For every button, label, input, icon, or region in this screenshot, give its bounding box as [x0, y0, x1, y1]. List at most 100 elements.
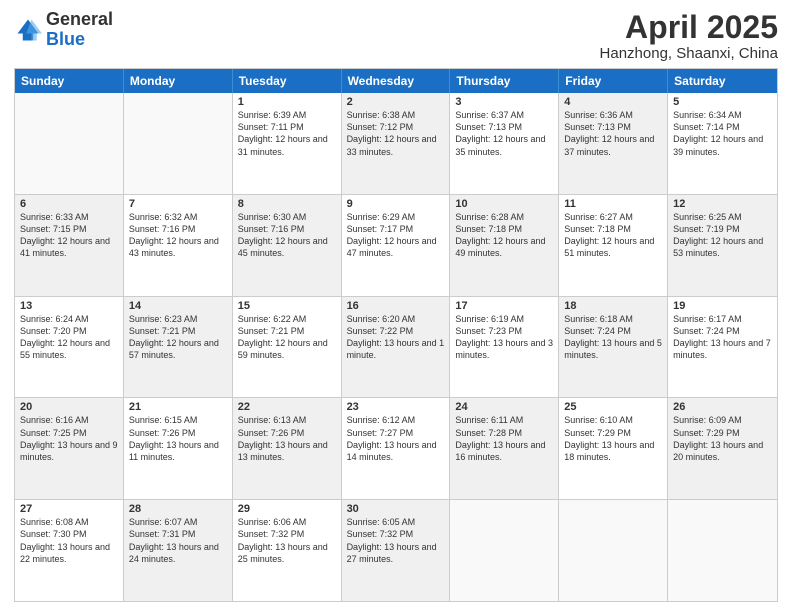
day-number: 16: [347, 300, 445, 312]
day-info: Sunrise: 6:23 AM Sunset: 7:21 PM Dayligh…: [129, 313, 227, 362]
logo-blue-text: Blue: [46, 29, 85, 49]
cal-cell-1-4: 10Sunrise: 6:28 AM Sunset: 7:18 PM Dayli…: [450, 195, 559, 296]
cal-cell-3-4: 24Sunrise: 6:11 AM Sunset: 7:28 PM Dayli…: [450, 398, 559, 499]
cal-cell-3-2: 22Sunrise: 6:13 AM Sunset: 7:26 PM Dayli…: [233, 398, 342, 499]
cal-cell-4-3: 30Sunrise: 6:05 AM Sunset: 7:32 PM Dayli…: [342, 500, 451, 601]
day-number: 23: [347, 401, 445, 413]
title-location: Hanzhong, Shaanxi, China: [600, 45, 778, 62]
day-info: Sunrise: 6:29 AM Sunset: 7:17 PM Dayligh…: [347, 211, 445, 260]
day-info: Sunrise: 6:32 AM Sunset: 7:16 PM Dayligh…: [129, 211, 227, 260]
calendar: SundayMondayTuesdayWednesdayThursdayFrid…: [14, 68, 778, 602]
day-info: Sunrise: 6:18 AM Sunset: 7:24 PM Dayligh…: [564, 313, 662, 362]
day-number: 12: [673, 198, 772, 210]
title-month: April 2025: [600, 10, 778, 45]
cal-cell-1-0: 6Sunrise: 6:33 AM Sunset: 7:15 PM Daylig…: [15, 195, 124, 296]
cal-cell-0-2: 1Sunrise: 6:39 AM Sunset: 7:11 PM Daylig…: [233, 93, 342, 194]
cal-cell-0-6: 5Sunrise: 6:34 AM Sunset: 7:14 PM Daylig…: [668, 93, 777, 194]
day-number: 2: [347, 96, 445, 108]
day-number: 11: [564, 198, 662, 210]
day-info: Sunrise: 6:34 AM Sunset: 7:14 PM Dayligh…: [673, 109, 772, 158]
day-info: Sunrise: 6:24 AM Sunset: 7:20 PM Dayligh…: [20, 313, 118, 362]
day-number: 6: [20, 198, 118, 210]
cal-cell-0-0: [15, 93, 124, 194]
calendar-header: SundayMondayTuesdayWednesdayThursdayFrid…: [15, 69, 777, 93]
day-number: 18: [564, 300, 662, 312]
cal-cell-2-0: 13Sunrise: 6:24 AM Sunset: 7:20 PM Dayli…: [15, 297, 124, 398]
week-row-4: 27Sunrise: 6:08 AM Sunset: 7:30 PM Dayli…: [15, 500, 777, 601]
week-row-1: 6Sunrise: 6:33 AM Sunset: 7:15 PM Daylig…: [15, 195, 777, 297]
calendar-body: 1Sunrise: 6:39 AM Sunset: 7:11 PM Daylig…: [15, 93, 777, 601]
logo-text: General Blue: [46, 10, 113, 50]
day-number: 1: [238, 96, 336, 108]
header-day-monday: Monday: [124, 69, 233, 93]
cal-cell-1-2: 8Sunrise: 6:30 AM Sunset: 7:16 PM Daylig…: [233, 195, 342, 296]
day-info: Sunrise: 6:15 AM Sunset: 7:26 PM Dayligh…: [129, 414, 227, 463]
day-number: 19: [673, 300, 772, 312]
week-row-2: 13Sunrise: 6:24 AM Sunset: 7:20 PM Dayli…: [15, 297, 777, 399]
day-info: Sunrise: 6:39 AM Sunset: 7:11 PM Dayligh…: [238, 109, 336, 158]
cal-cell-4-1: 28Sunrise: 6:07 AM Sunset: 7:31 PM Dayli…: [124, 500, 233, 601]
day-number: 28: [129, 503, 227, 515]
day-info: Sunrise: 6:13 AM Sunset: 7:26 PM Dayligh…: [238, 414, 336, 463]
header: General Blue April 2025 Hanzhong, Shaanx…: [14, 10, 778, 62]
day-info: Sunrise: 6:36 AM Sunset: 7:13 PM Dayligh…: [564, 109, 662, 158]
day-number: 3: [455, 96, 553, 108]
week-row-3: 20Sunrise: 6:16 AM Sunset: 7:25 PM Dayli…: [15, 398, 777, 500]
day-number: 24: [455, 401, 553, 413]
day-number: 13: [20, 300, 118, 312]
day-number: 9: [347, 198, 445, 210]
day-info: Sunrise: 6:08 AM Sunset: 7:30 PM Dayligh…: [20, 516, 118, 565]
header-day-wednesday: Wednesday: [342, 69, 451, 93]
cal-cell-2-4: 17Sunrise: 6:19 AM Sunset: 7:23 PM Dayli…: [450, 297, 559, 398]
header-day-friday: Friday: [559, 69, 668, 93]
day-info: Sunrise: 6:11 AM Sunset: 7:28 PM Dayligh…: [455, 414, 553, 463]
day-info: Sunrise: 6:22 AM Sunset: 7:21 PM Dayligh…: [238, 313, 336, 362]
cal-cell-4-5: [559, 500, 668, 601]
cal-cell-3-1: 21Sunrise: 6:15 AM Sunset: 7:26 PM Dayli…: [124, 398, 233, 499]
day-info: Sunrise: 6:16 AM Sunset: 7:25 PM Dayligh…: [20, 414, 118, 463]
logo-icon: [14, 16, 42, 44]
day-info: Sunrise: 6:17 AM Sunset: 7:24 PM Dayligh…: [673, 313, 772, 362]
cal-cell-4-4: [450, 500, 559, 601]
day-number: 7: [129, 198, 227, 210]
cal-cell-1-3: 9Sunrise: 6:29 AM Sunset: 7:17 PM Daylig…: [342, 195, 451, 296]
day-info: Sunrise: 6:19 AM Sunset: 7:23 PM Dayligh…: [455, 313, 553, 362]
day-info: Sunrise: 6:37 AM Sunset: 7:13 PM Dayligh…: [455, 109, 553, 158]
day-info: Sunrise: 6:10 AM Sunset: 7:29 PM Dayligh…: [564, 414, 662, 463]
day-number: 25: [564, 401, 662, 413]
day-info: Sunrise: 6:25 AM Sunset: 7:19 PM Dayligh…: [673, 211, 772, 260]
day-number: 17: [455, 300, 553, 312]
cal-cell-2-6: 19Sunrise: 6:17 AM Sunset: 7:24 PM Dayli…: [668, 297, 777, 398]
cal-cell-3-6: 26Sunrise: 6:09 AM Sunset: 7:29 PM Dayli…: [668, 398, 777, 499]
header-day-tuesday: Tuesday: [233, 69, 342, 93]
cal-cell-4-6: [668, 500, 777, 601]
day-number: 21: [129, 401, 227, 413]
cal-cell-3-0: 20Sunrise: 6:16 AM Sunset: 7:25 PM Dayli…: [15, 398, 124, 499]
day-number: 14: [129, 300, 227, 312]
day-info: Sunrise: 6:09 AM Sunset: 7:29 PM Dayligh…: [673, 414, 772, 463]
day-info: Sunrise: 6:05 AM Sunset: 7:32 PM Dayligh…: [347, 516, 445, 565]
day-number: 20: [20, 401, 118, 413]
cal-cell-1-6: 12Sunrise: 6:25 AM Sunset: 7:19 PM Dayli…: [668, 195, 777, 296]
day-info: Sunrise: 6:38 AM Sunset: 7:12 PM Dayligh…: [347, 109, 445, 158]
day-number: 26: [673, 401, 772, 413]
day-info: Sunrise: 6:30 AM Sunset: 7:16 PM Dayligh…: [238, 211, 336, 260]
page: General Blue April 2025 Hanzhong, Shaanx…: [0, 0, 792, 612]
cal-cell-2-3: 16Sunrise: 6:20 AM Sunset: 7:22 PM Dayli…: [342, 297, 451, 398]
day-number: 15: [238, 300, 336, 312]
day-number: 29: [238, 503, 336, 515]
title-block: April 2025 Hanzhong, Shaanxi, China: [600, 10, 778, 62]
week-row-0: 1Sunrise: 6:39 AM Sunset: 7:11 PM Daylig…: [15, 93, 777, 195]
logo: General Blue: [14, 10, 113, 50]
day-info: Sunrise: 6:28 AM Sunset: 7:18 PM Dayligh…: [455, 211, 553, 260]
day-info: Sunrise: 6:33 AM Sunset: 7:15 PM Dayligh…: [20, 211, 118, 260]
day-info: Sunrise: 6:20 AM Sunset: 7:22 PM Dayligh…: [347, 313, 445, 362]
cal-cell-0-3: 2Sunrise: 6:38 AM Sunset: 7:12 PM Daylig…: [342, 93, 451, 194]
cal-cell-2-5: 18Sunrise: 6:18 AM Sunset: 7:24 PM Dayli…: [559, 297, 668, 398]
header-day-saturday: Saturday: [668, 69, 777, 93]
cal-cell-3-5: 25Sunrise: 6:10 AM Sunset: 7:29 PM Dayli…: [559, 398, 668, 499]
day-number: 8: [238, 198, 336, 210]
day-number: 4: [564, 96, 662, 108]
cal-cell-2-2: 15Sunrise: 6:22 AM Sunset: 7:21 PM Dayli…: [233, 297, 342, 398]
day-number: 22: [238, 401, 336, 413]
